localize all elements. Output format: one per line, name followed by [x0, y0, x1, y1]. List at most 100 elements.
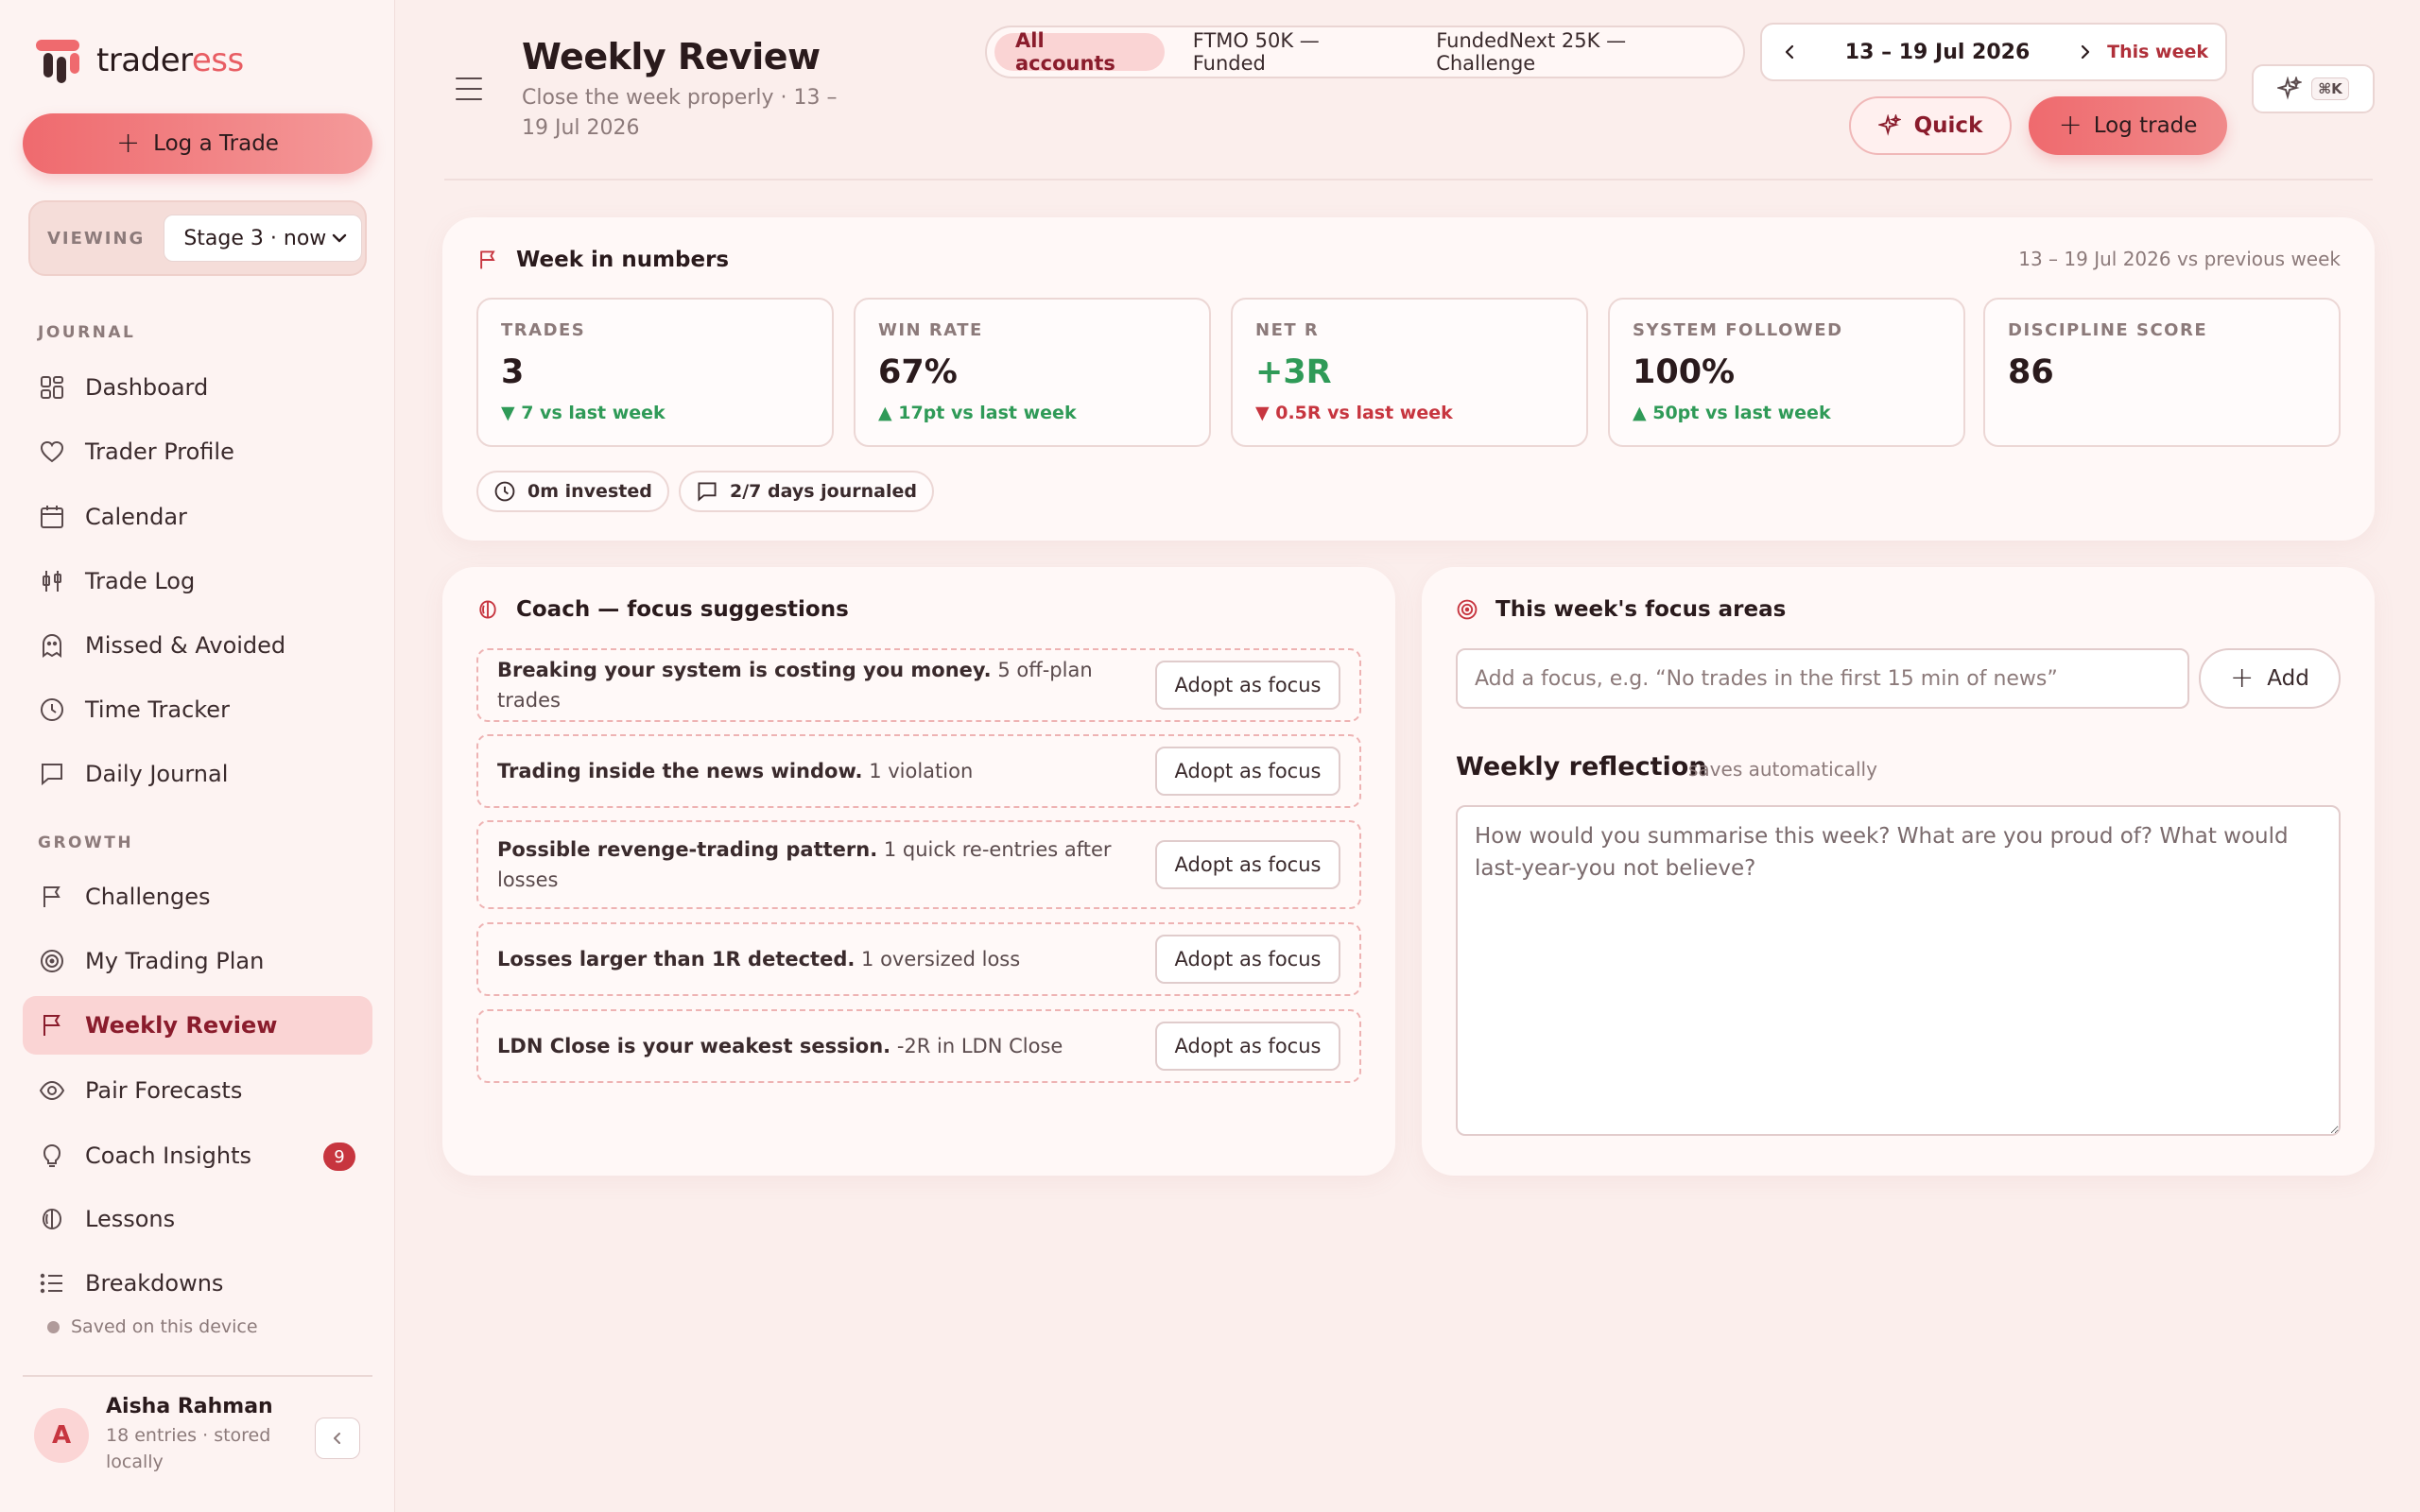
sidebar-item-label: Missed & Avoided — [85, 632, 286, 659]
sidebar-item-time-tracker[interactable]: Time Tracker — [23, 680, 372, 739]
stat-system-followed: SYSTEM FOLLOWED 100% ▲ 50pt vs last week — [1608, 298, 1965, 447]
sidebar-item-missed-avoided[interactable]: Missed & Avoided — [23, 616, 372, 675]
user-profile[interactable]: A Aisha Rahman 18 entries · stored local… — [34, 1395, 285, 1475]
focus-input[interactable] — [1456, 648, 2189, 709]
target-icon — [38, 947, 66, 975]
prev-week-icon[interactable] — [1779, 42, 1800, 62]
week-card-title-text: Week in numbers — [516, 248, 730, 272]
sidebar-item-trader-profile[interactable]: Trader Profile — [23, 422, 372, 481]
days-journaled-chip: 2/7 days journaled — [679, 471, 934, 512]
suggestion-item: LDN Close is your weakest session. -2R i… — [476, 1009, 1361, 1083]
flag-icon — [38, 1011, 66, 1040]
stat-trades: TRADES 3 ▼ 7 vs last week — [476, 298, 834, 447]
quick-button[interactable]: Quick — [1849, 96, 2012, 155]
log-a-trade-button[interactable]: + Log a Trade — [23, 113, 372, 174]
focus-card-title: This week's focus areas — [1456, 597, 1786, 622]
menu-toggle-icon[interactable] — [456, 77, 482, 100]
plus-icon: + — [116, 127, 141, 160]
adopt-focus-button[interactable]: Adopt as focus — [1155, 840, 1340, 889]
stat-label: WIN RATE — [878, 320, 983, 340]
suggestion-item: Breaking your system is costing you mone… — [476, 648, 1361, 722]
stat-label: SYSTEM FOLLOWED — [1633, 320, 1843, 340]
days-journaled-text: 2/7 days journaled — [730, 481, 917, 502]
flag-icon — [480, 250, 495, 269]
stat-net-r: NET R +3R ▼ 0.5R vs last week — [1231, 298, 1588, 447]
chat-icon — [698, 482, 717, 502]
viewing-label: VIEWING — [47, 228, 146, 249]
sidebar-item-coach-insights[interactable]: Coach Insights 9 — [23, 1126, 372, 1185]
user-meta: 18 entries · stored locally — [106, 1425, 271, 1472]
adopt-focus-button[interactable]: Adopt as focus — [1155, 661, 1340, 710]
week-card-title: Week in numbers — [476, 248, 729, 272]
clock-icon — [38, 696, 66, 724]
ghost-icon — [38, 631, 66, 660]
tab-fundednext-25k[interactable]: FundedNext 25K — Challenge — [1415, 29, 1736, 75]
bulb-icon — [38, 1142, 66, 1170]
stat-delta: ▲ 50pt vs last week — [1633, 403, 1831, 423]
suggestion-item: Possible revenge-trading pattern. 1 quic… — [476, 820, 1361, 909]
chat-icon — [38, 760, 66, 788]
suggestion-text: Possible revenge-trading pattern. 1 quic… — [497, 838, 1112, 891]
adopt-focus-button[interactable]: Adopt as focus — [1155, 747, 1340, 796]
sidebar-item-trade-log[interactable]: Trade Log — [23, 552, 372, 610]
stat-label: DISCIPLINE SCORE — [2008, 320, 2208, 340]
flag-icon — [38, 883, 66, 911]
weekly-reflection-textarea[interactable] — [1456, 805, 2341, 1136]
sidebar: traderess + Log a Trade VIEWING Stage 3 … — [0, 0, 395, 1512]
page-title: Weekly Review — [522, 36, 821, 77]
next-week-icon[interactable] — [2075, 42, 2096, 62]
user-name: Aisha Rahman — [106, 1395, 273, 1418]
adopt-focus-button[interactable]: Adopt as focus — [1155, 1022, 1340, 1071]
chevron-left-icon — [334, 1433, 340, 1444]
sidebar-item-calendar[interactable]: Calendar — [23, 488, 372, 546]
sidebar-item-my-trading-plan[interactable]: My Trading Plan — [23, 932, 372, 990]
header-divider — [444, 179, 2373, 180]
sidebar-item-pair-forecasts[interactable]: Pair Forecasts — [23, 1061, 372, 1120]
sidebar-item-weekly-review[interactable]: Weekly Review — [23, 996, 372, 1055]
status-dot-icon — [47, 1320, 60, 1333]
tab-all-accounts[interactable]: All accounts — [994, 29, 1165, 75]
page-subtitle: Close the week properly · 13 – 19 Jul 20… — [522, 86, 838, 140]
stage-select[interactable]: Stage 3 · now — [164, 215, 363, 262]
sidebar-item-challenges[interactable]: Challenges — [23, 868, 372, 926]
sidebar-divider — [23, 1375, 372, 1377]
stat-value: 86 — [2008, 353, 2054, 391]
notification-badge: 9 — [323, 1143, 355, 1171]
focus-areas-card: This week's focus areas + Add Weekly ref… — [1422, 567, 2375, 1176]
collapse-sidebar-button[interactable] — [315, 1418, 360, 1459]
calendar-icon — [38, 503, 66, 531]
log-a-trade-label: Log a Trade — [153, 131, 279, 156]
sidebar-item-label: Trader Profile — [85, 438, 234, 465]
tab-ftmo-50k[interactable]: FTMO 50K — Funded — [1172, 29, 1408, 75]
sidebar-item-label: Daily Journal — [85, 761, 229, 787]
adopt-focus-button[interactable]: Adopt as focus — [1155, 935, 1340, 984]
weekly-reflection-title: Weekly reflection — [1456, 752, 1707, 782]
week-navigator: 13 – 19 Jul 2026 This week — [1760, 23, 2227, 81]
stat-delta: ▼ 7 vs last week — [501, 403, 666, 423]
suggestion-text: Losses larger than 1R detected. 1 oversi… — [497, 948, 1021, 971]
viewing-stage-box: VIEWING Stage 3 · now — [28, 200, 367, 276]
add-focus-button[interactable]: + Add — [2199, 648, 2341, 709]
sidebar-item-label: Pair Forecasts — [85, 1077, 243, 1104]
sidebar-item-breakdowns[interactable]: Breakdowns — [23, 1254, 372, 1313]
sidebar-item-label: Time Tracker — [85, 696, 230, 723]
command-palette-button[interactable]: ⌘K — [2252, 64, 2375, 113]
sidebar-item-label: Breakdowns — [85, 1270, 224, 1297]
sidebar-item-dashboard[interactable]: Dashboard — [23, 358, 372, 417]
sidebar-item-label: Calendar — [85, 504, 187, 530]
stat-label: TRADES — [501, 320, 586, 340]
week-comparison-note: 13 – 19 Jul 2026 vs previous week — [2018, 248, 2341, 270]
time-invested-chip: 0m invested — [476, 471, 669, 512]
suggestion-text: Breaking your system is costing you mone… — [497, 659, 1093, 712]
this-week-link[interactable]: This week — [2107, 42, 2208, 62]
log-trade-button[interactable]: + Log trade — [2029, 96, 2227, 155]
sidebar-item-daily-journal[interactable]: Daily Journal — [23, 745, 372, 803]
add-focus-label: Add — [2267, 666, 2309, 691]
time-invested-text: 0m invested — [527, 481, 652, 502]
sidebar-item-lessons[interactable]: Lessons — [23, 1190, 372, 1248]
brain-icon — [479, 600, 496, 619]
sidebar-item-label: Challenges — [85, 884, 211, 910]
brand-logo[interactable]: traderess — [34, 36, 244, 85]
stat-win-rate: WIN RATE 67% ▲ 17pt vs last week — [854, 298, 1211, 447]
autosave-note: saves automatically — [1688, 758, 1877, 781]
